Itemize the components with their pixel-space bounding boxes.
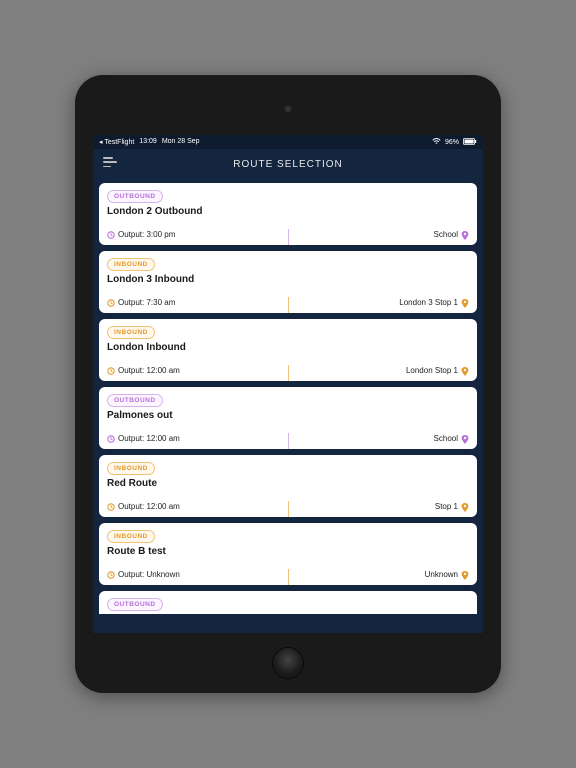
destination: School xyxy=(434,434,458,443)
route-name: London 3 Inbound xyxy=(107,274,469,285)
clock-icon xyxy=(107,571,115,579)
card-footer: Output: Unknown Unknown xyxy=(107,570,469,579)
status-time: 13:09 xyxy=(139,138,157,146)
direction-badge: INBOUND xyxy=(107,530,155,543)
output-time: Output: 12:00 am xyxy=(118,434,180,443)
pin-icon xyxy=(461,367,469,375)
destination: London Stop 1 xyxy=(406,366,458,375)
status-date: Mon 28 Sep xyxy=(162,138,200,146)
direction-badge: INBOUND xyxy=(107,462,155,475)
route-list[interactable]: OUTBOUND London 2 Outbound Output: 3:00 pm… xyxy=(93,179,483,633)
route-card[interactable]: INBOUND Route B test Output: Unknown Unknow… xyxy=(99,523,477,585)
direction-badge: OUTBOUND xyxy=(107,394,163,407)
card-footer: Output: 12:00 am School xyxy=(107,434,469,443)
clock-icon xyxy=(107,231,115,239)
menu-icon[interactable] xyxy=(103,157,117,167)
route-name: Palmones out xyxy=(107,410,469,421)
output-time: Output: 3:00 pm xyxy=(118,230,175,239)
output-time: Output: 12:00 am xyxy=(118,366,180,375)
direction-badge: OUTBOUND xyxy=(107,190,163,203)
route-name: Route B test xyxy=(107,546,469,557)
progress-tick xyxy=(288,297,289,313)
card-footer: Output: 12:00 am London Stop 1 xyxy=(107,366,469,375)
clock-icon xyxy=(107,435,115,443)
destination: Stop 1 xyxy=(435,502,458,511)
destination: London 3 Stop 1 xyxy=(399,298,458,307)
progress-tick xyxy=(288,501,289,517)
home-button[interactable] xyxy=(272,647,304,679)
destination: School xyxy=(434,230,458,239)
route-card[interactable]: INBOUND Red Route Output: 12:00 am Stop 1 xyxy=(99,455,477,517)
battery-percent: 96% xyxy=(445,139,459,146)
card-footer: Output: 3:00 pm School xyxy=(107,230,469,239)
card-footer: Output: 12:00 am Stop 1 xyxy=(107,502,469,511)
status-bar: ◂ TestFlight 13:09 Mon 28 Sep 96% xyxy=(93,135,483,149)
progress-tick xyxy=(288,229,289,245)
clock-icon xyxy=(107,503,115,511)
route-card[interactable]: OUTBOUND xyxy=(99,591,477,614)
back-to-app[interactable]: ◂ TestFlight xyxy=(99,138,134,146)
route-name: London Inbound xyxy=(107,342,469,353)
route-card[interactable]: OUTBOUND Palmones out Output: 12:00 am Scho… xyxy=(99,387,477,449)
pin-icon xyxy=(461,503,469,511)
page-title: ROUTE SELECTION xyxy=(233,159,342,170)
direction-badge: OUTBOUND xyxy=(107,598,163,611)
pin-icon xyxy=(461,435,469,443)
battery-icon xyxy=(463,138,477,147)
pin-icon xyxy=(461,231,469,239)
destination: Unknown xyxy=(425,570,458,579)
route-card[interactable]: INBOUND London Inbound Output: 12:00 am Lon… xyxy=(99,319,477,381)
app-screen: ◂ TestFlight 13:09 Mon 28 Sep 96% ROUTE … xyxy=(93,135,483,633)
device-camera xyxy=(284,105,292,113)
clock-icon xyxy=(107,299,115,307)
pin-icon xyxy=(461,571,469,579)
progress-tick xyxy=(288,365,289,381)
output-time: Output: 12:00 am xyxy=(118,502,180,511)
pin-icon xyxy=(461,299,469,307)
progress-tick xyxy=(288,433,289,449)
route-card[interactable]: OUTBOUND London 2 Outbound Output: 3:00 pm… xyxy=(99,183,477,245)
tablet-frame: ◂ TestFlight 13:09 Mon 28 Sep 96% ROUTE … xyxy=(75,75,501,693)
direction-badge: INBOUND xyxy=(107,326,155,339)
route-name: London 2 Outbound xyxy=(107,206,469,217)
clock-icon xyxy=(107,367,115,375)
wifi-icon xyxy=(432,138,441,147)
progress-tick xyxy=(288,569,289,585)
app-header: ROUTE SELECTION xyxy=(93,149,483,179)
output-time: Output: Unknown xyxy=(118,570,180,579)
direction-badge: INBOUND xyxy=(107,258,155,271)
route-name: Red Route xyxy=(107,478,469,489)
output-time: Output: 7:30 am xyxy=(118,298,175,307)
route-card[interactable]: INBOUND London 3 Inbound Output: 7:30 am Lo… xyxy=(99,251,477,313)
card-footer: Output: 7:30 am London 3 Stop 1 xyxy=(107,298,469,307)
